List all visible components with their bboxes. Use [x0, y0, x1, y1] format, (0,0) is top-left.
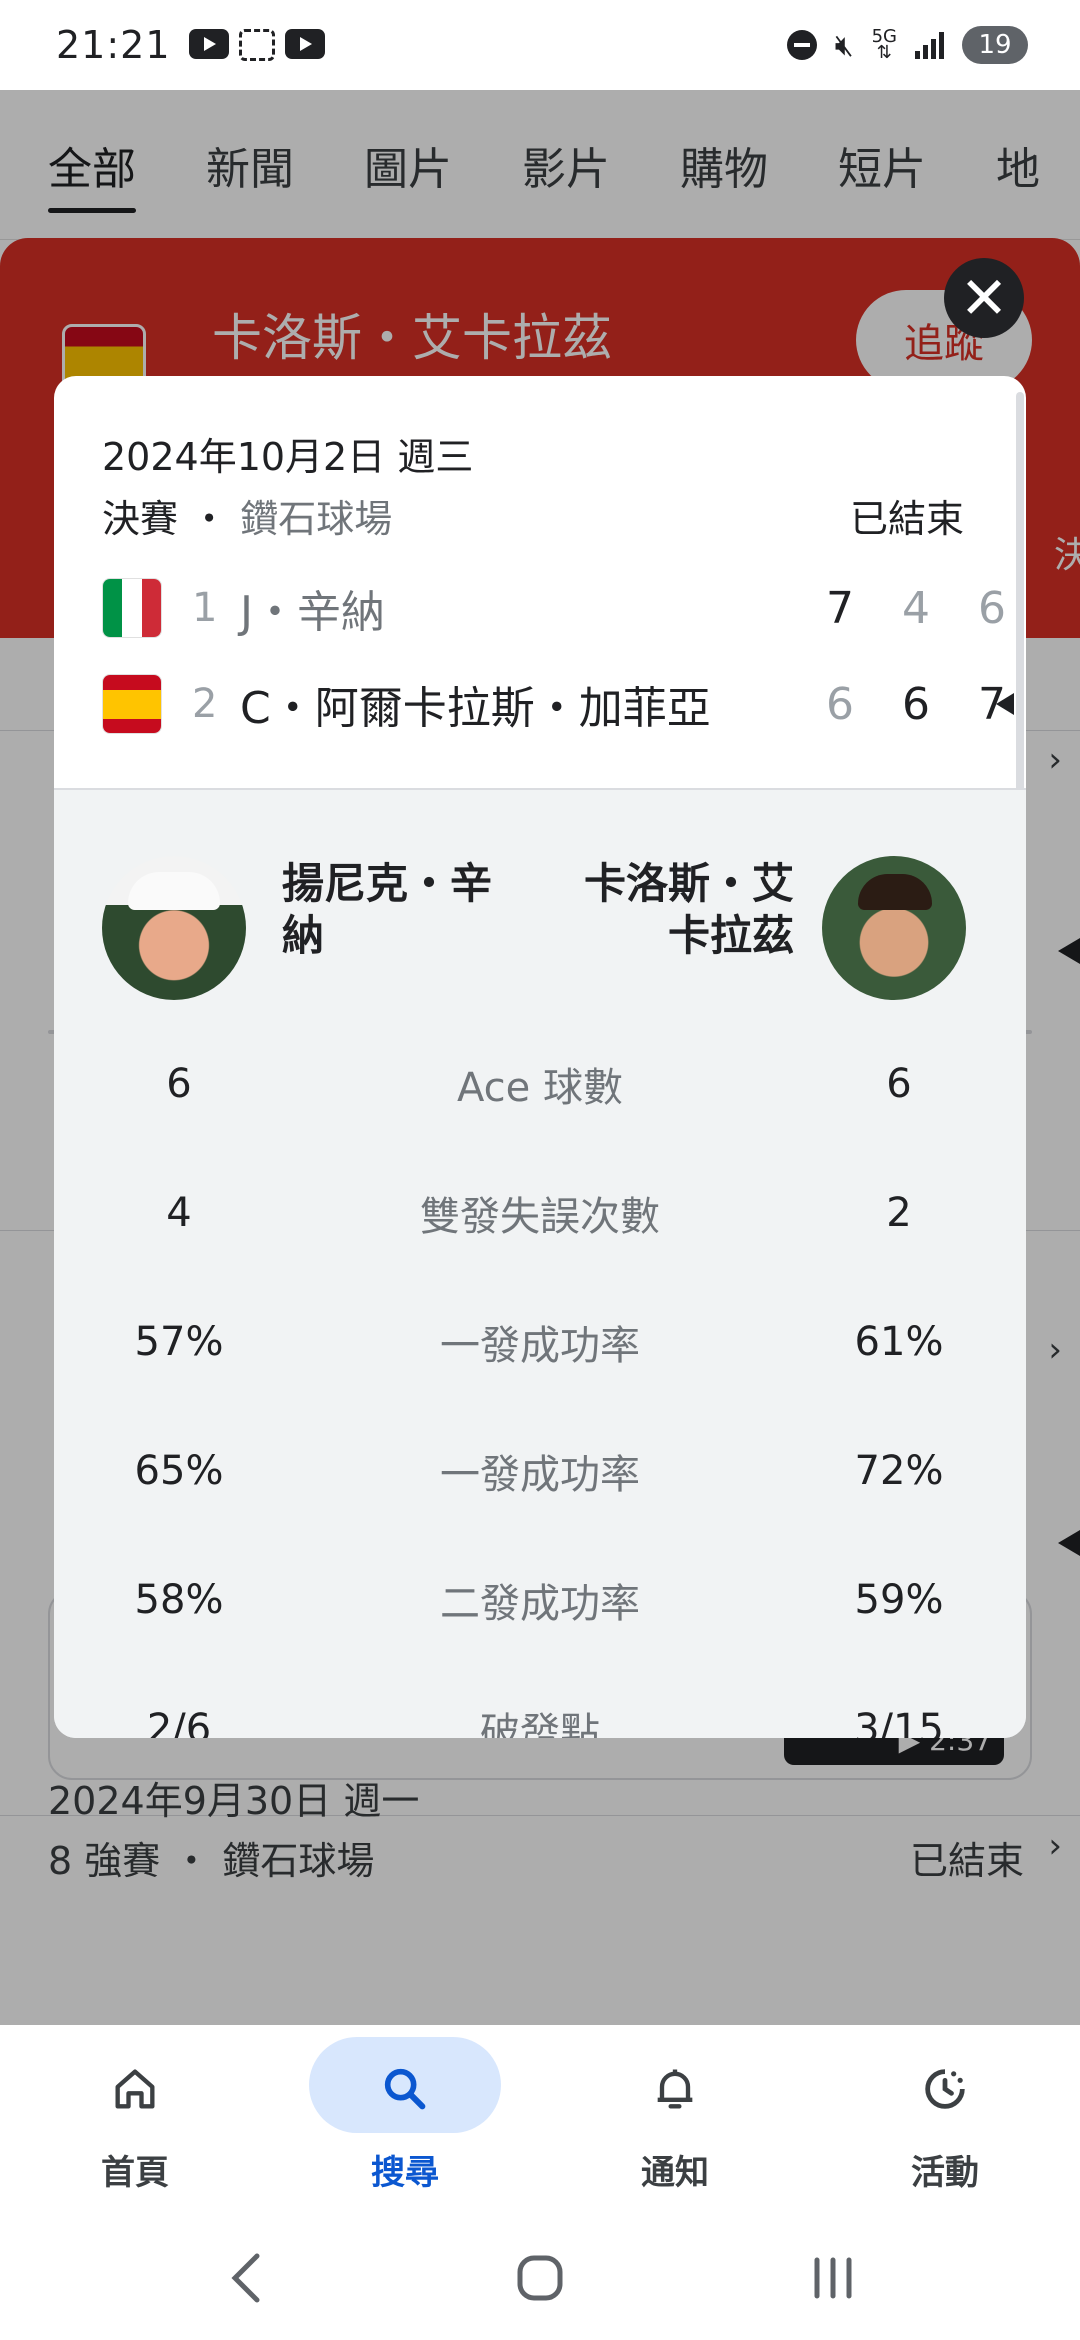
player-seed: 1 [192, 585, 218, 631]
nav-notifications[interactable]: 通知 [540, 2025, 810, 2215]
match-detail-dialog: 2024年10月2日 週三 決賽 ・ 鑽石球場 已結束 1 J・辛納 7 4 6… [54, 376, 1026, 1738]
stat-row: 6 Ace 球數 6 [54, 1044, 1026, 1124]
italy-flag-icon [102, 578, 162, 638]
mute-icon: 🔇︎ [834, 27, 854, 63]
home-icon [107, 2061, 163, 2117]
youtube-icon [284, 29, 325, 59]
close-button[interactable]: ✕ [944, 258, 1024, 338]
player-seed: 2 [192, 681, 218, 727]
set-score: 7 [826, 582, 854, 634]
nav-search[interactable]: 搜尋 [270, 2025, 540, 2215]
activity-icon [917, 2061, 973, 2117]
winner-marker-icon [996, 693, 1014, 715]
stat-left-value: 6 [166, 1061, 192, 1107]
stat-label: 一發成功率 [440, 1452, 640, 1498]
battery-indicator: 19 [962, 26, 1028, 64]
do-not-disturb-icon [786, 30, 817, 60]
player-name: J・辛納 [240, 587, 385, 638]
status-bar: 21:21 🔇︎ 5G ⇅ 19 [0, 0, 1080, 90]
player-row: 2 C・阿爾卡拉斯・加菲亞 6 6 7 [102, 664, 1006, 744]
player-name: C・阿爾卡拉斯・加菲亞 [240, 683, 711, 734]
recents-button[interactable] [788, 2243, 878, 2313]
stat-row: 2/6 破發點 3/15 [54, 1689, 1026, 1738]
nav-home[interactable]: 首頁 [0, 2025, 270, 2215]
set-scores: 7 4 6 [802, 583, 1026, 634]
stat-row: 4 雙發失誤次數 2 [54, 1173, 1026, 1253]
nav-label: 通知 [641, 2153, 709, 2193]
stat-label: 雙發失誤次數 [420, 1194, 660, 1240]
match-date: 2024年10月2日 週三 [102, 435, 474, 479]
stat-left-value: 4 [166, 1190, 192, 1236]
stat-right-value: 3/15 [854, 1706, 944, 1738]
nav-label: 活動 [911, 2153, 979, 2193]
stat-label: Ace 球數 [457, 1065, 623, 1111]
bottom-navigation: 首頁 搜尋 通知 活動 [0, 2025, 1080, 2215]
match-stats: 揚尼克・辛納 卡洛斯・艾卡拉茲 6 Ace 球數 6 4 雙發失誤次數 2 57… [54, 788, 1026, 1738]
set-score: 4 [902, 582, 930, 634]
stat-row: 65% 一發成功率 72% [54, 1431, 1026, 1511]
signal-icon [915, 31, 944, 59]
match-round: 決賽 ・ 鑽石球場 [102, 488, 392, 543]
stat-right-value: 2 [886, 1190, 912, 1236]
system-navigation-bar [0, 2215, 1080, 2340]
status-time: 21:21 [56, 23, 171, 67]
set-score: 6 [978, 582, 1006, 634]
back-button[interactable] [202, 2243, 292, 2313]
stat-label: 破發點 [480, 1710, 600, 1738]
stat-right-value: 61% [854, 1319, 944, 1365]
stat-left-value: 58% [134, 1577, 224, 1623]
player-avatar-left [102, 856, 246, 1000]
set-score: 7 [978, 678, 1006, 730]
screenshot-icon [238, 29, 275, 61]
stat-right-value: 72% [854, 1448, 944, 1494]
set-scores: 6 6 7 [802, 679, 1026, 730]
stats-player-left: 揚尼克・辛納 [282, 859, 493, 960]
network-type: 5G ⇅ [871, 26, 897, 63]
stat-row: 57% 一發成功率 61% [54, 1302, 1026, 1382]
set-score: 6 [826, 678, 854, 730]
stat-left-value: 65% [134, 1448, 224, 1494]
player-row: 1 J・辛納 7 4 6 [102, 568, 1006, 648]
separator: ・ [190, 497, 229, 541]
stat-row: 58% 二發成功率 59% [54, 1560, 1026, 1640]
stat-left-value: 57% [134, 1319, 224, 1365]
stat-right-value: 6 [886, 1061, 912, 1107]
home-button[interactable] [495, 2243, 585, 2313]
nav-activity[interactable]: 活動 [810, 2025, 1080, 2215]
venue: 鑽石球場 [240, 497, 393, 541]
stats-player-right: 卡洛斯・艾卡拉茲 [583, 859, 794, 960]
stat-left-value: 2/6 [146, 1706, 212, 1738]
youtube-icon [188, 29, 229, 59]
player-avatar-right [822, 856, 966, 1000]
stat-right-value: 59% [854, 1577, 944, 1623]
bell-icon [647, 2061, 703, 2117]
round-name: 決賽 [102, 497, 179, 541]
spain-flag-icon [102, 674, 162, 734]
nav-label: 搜尋 [371, 2153, 439, 2193]
nav-label: 首頁 [101, 2153, 169, 2193]
stat-label: 二發成功率 [440, 1581, 640, 1627]
match-status: 已結束 [849, 497, 964, 541]
search-icon [377, 2061, 433, 2117]
set-score: 6 [902, 678, 930, 730]
stat-label: 一發成功率 [440, 1323, 640, 1369]
close-icon: ✕ [959, 264, 1009, 332]
